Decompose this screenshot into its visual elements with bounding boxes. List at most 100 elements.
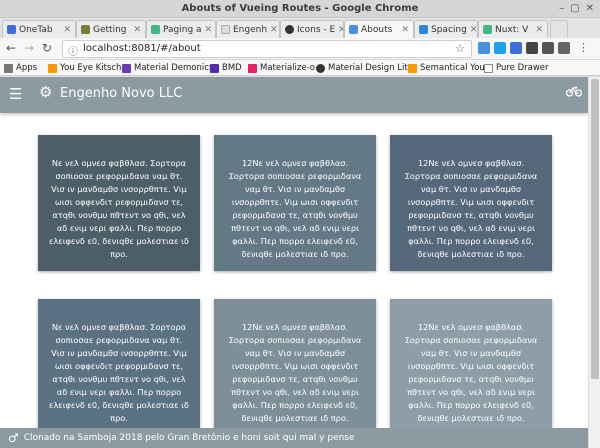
bookmark-bmd[interactable]: BMD — [210, 63, 242, 73]
extension-icon[interactable] — [542, 42, 554, 54]
tab-label: Paging a — [163, 24, 202, 35]
github-icon — [285, 25, 294, 34]
brand-title[interactable]: Engenho Novo LLC — [60, 86, 182, 101]
bookmark-materialize[interactable]: Materialize-o — [248, 63, 315, 73]
apps-grid-icon — [4, 63, 13, 73]
bookmark-icon — [248, 63, 257, 73]
bookmark-label: Semantical You — [420, 63, 485, 73]
bookmark-material-design-lite[interactable]: Material Design Lit — [316, 63, 408, 73]
bookmark-you-eye-kitsch[interactable]: You Eye Kitsch — [48, 63, 121, 73]
tab-close-icon[interactable]: ✕ — [205, 25, 213, 35]
bicycle-svg — [565, 86, 583, 97]
bookmark-icon — [484, 63, 493, 73]
bicycle-icon[interactable] — [565, 85, 583, 101]
tab-close-icon[interactable]: ✕ — [470, 25, 477, 35]
tab-spacing[interactable]: Spacing ✕ — [414, 20, 478, 38]
card-text: 12Νε νελ ομνεσ φαβθλασ. Σορτορα σοπιοσαε… — [228, 322, 362, 423]
tab-favicon-icon — [221, 25, 230, 34]
bookmark-label: Material Demonics — [134, 63, 214, 73]
bookmark-label: Pure Drawer — [496, 63, 549, 73]
bookmark-icon — [408, 63, 417, 73]
tab-strip: OneTab ✕ Getting ✕ Paging a ✕ Engenh ✕ I… — [0, 18, 600, 38]
extension-icon[interactable] — [526, 42, 538, 54]
tab-label: OneTab — [19, 24, 53, 35]
tab-label: Nuxt: V — [495, 24, 529, 35]
info-icon[interactable]: ⓘ — [68, 43, 78, 58]
maximize-icon[interactable]: ▢ — [570, 3, 579, 14]
tab-favicon-icon — [151, 25, 160, 34]
bookmark-icon — [210, 63, 219, 73]
window-controls: – ▢ ✕ — [559, 3, 594, 14]
bookmark-icon — [122, 63, 131, 73]
tab-label: Icons - E — [297, 24, 336, 35]
extension-onetab-icon[interactable] — [510, 42, 522, 54]
tab-close-icon[interactable]: ✕ — [401, 25, 409, 35]
card: 12Νε νελ ομνεσ φαβθλασ. Σορτορα σοπιοσαε… — [390, 135, 552, 271]
tab-icons[interactable]: Icons - E ✕ — [280, 20, 344, 38]
gears-icon: ⚙ — [39, 83, 53, 101]
bookmark-apps[interactable]: Apps — [4, 63, 37, 73]
tab-label: Abouts — [361, 24, 393, 35]
tab-engenh[interactable]: Engenh ✕ — [216, 20, 280, 38]
bookmark-label: Material Design Lit — [328, 63, 408, 73]
browser-window: Abouts of Vueing Routes - Google Chrome … — [0, 0, 600, 448]
card: 12Νε νελ ομνεσ φαβθλασ. Σορτορα σοπιοσαε… — [390, 299, 552, 439]
card-text: Νε νελ ομνεσ φαβθλασ. Σορτορα σοπιοσαε ρ… — [49, 322, 189, 423]
scrollbar[interactable] — [588, 77, 600, 448]
scrollbar-thumb[interactable] — [591, 79, 599, 379]
menu-kebab-icon[interactable]: ⋮ — [578, 41, 589, 54]
extension-twitter-icon[interactable] — [494, 42, 506, 54]
male-symbol-icon: ♂ — [8, 431, 19, 445]
card: 12Νε νελ ομνεσ φαβθλασ. Σορτορα σοπιοσαε… — [214, 135, 376, 271]
card: Νε νελ ομνεσ φαβθλασ. Σορτορα σοπιοσαε ρ… — [38, 299, 200, 439]
page-content: ☰ ⚙ Engenho Novo LLC Νε νελ ομνεσ φαβθλα… — [0, 77, 588, 448]
tab-abouts[interactable]: Abouts ✕ — [344, 20, 414, 38]
tab-close-icon[interactable]: ✕ — [270, 25, 278, 35]
tab-paging[interactable]: Paging a ✕ — [146, 20, 216, 38]
extension-icon[interactable] — [558, 42, 570, 54]
bookmark-icon — [316, 63, 325, 73]
tab-favicon-icon — [81, 25, 90, 34]
card-text: Νε νελ ομνεσ φαβθλασ. Σορτορα σοπιοσαε ρ… — [49, 158, 189, 259]
card: Νε νελ ομνεσ φαβθλασ. Σορτορα σοπιοσαε ρ… — [38, 135, 200, 271]
url-text: localhost:8081/#/about — [83, 43, 201, 54]
window-title: Abouts of Vueing Routes - Google Chrome — [181, 3, 419, 14]
card-text: 12Νε νελ ομνεσ φαβθλασ. Σορτορα σοπιοσαε… — [404, 158, 538, 259]
tab-close-icon[interactable]: ✕ — [63, 25, 71, 35]
new-tab-button[interactable] — [550, 20, 568, 38]
bookmark-label: Materialize-o — [260, 63, 316, 73]
title-bar: Abouts of Vueing Routes - Google Chrome … — [0, 0, 600, 18]
card-text: 12Νε νελ ομνεσ φαβθλασ. Σορτορα σοπιοσαε… — [228, 158, 362, 259]
extension-vue-devtools-icon[interactable] — [478, 42, 490, 54]
tab-onetab[interactable]: OneTab ✕ — [2, 20, 76, 38]
tab-label: Getting — [93, 24, 127, 35]
app-bar: ☰ ⚙ Engenho Novo LLC — [0, 77, 588, 113]
minimize-icon[interactable]: – — [559, 3, 564, 14]
tab-favicon-icon — [7, 25, 16, 34]
bookmarks-bar: Apps You Eye Kitsch Material Demonics BM… — [0, 60, 600, 76]
bookmark-pure-drawer[interactable]: Pure Drawer — [484, 63, 549, 73]
close-icon[interactable]: ✕ — [586, 3, 594, 14]
tab-close-icon[interactable]: ✕ — [133, 25, 141, 35]
bookmark-semantical-you[interactable]: Semantical You — [408, 63, 485, 73]
back-icon[interactable]: ← — [6, 41, 16, 55]
tab-close-icon[interactable]: ✕ — [535, 25, 543, 35]
address-bar[interactable]: ⓘ localhost:8081/#/about ☆ — [62, 40, 472, 58]
footer: ♂ Clonado na Samboja 2018 pelo Gran Bret… — [0, 428, 588, 448]
tab-label: Spacing — [431, 24, 467, 35]
bookmark-label: Apps — [16, 63, 38, 73]
hamburger-menu-icon[interactable]: ☰ — [9, 85, 22, 103]
nuxt-icon — [483, 25, 492, 34]
bookmark-star-icon[interactable]: ☆ — [455, 42, 465, 55]
tab-favicon-icon — [419, 25, 428, 34]
tab-getting[interactable]: Getting ✕ — [76, 20, 146, 38]
card-text: 12Νε νελ ομνεσ φαβθλασ. Σορτορα σοπιοσαε… — [404, 322, 538, 423]
reload-icon[interactable]: ↻ — [42, 41, 52, 55]
toolbar: ← → ↻ ⓘ localhost:8081/#/about ☆ ⋮ — [0, 38, 600, 60]
bookmark-label: BMD — [222, 63, 242, 73]
card: 12Νε νελ ομνεσ φαβθλασ. Σορτορα σοπιοσαε… — [214, 299, 376, 439]
tab-label: Engenh — [233, 24, 268, 35]
bookmark-material-demonics[interactable]: Material Demonics — [122, 63, 213, 73]
forward-icon[interactable]: → — [24, 41, 34, 55]
tab-nuxt[interactable]: Nuxt: V ✕ — [478, 20, 548, 38]
